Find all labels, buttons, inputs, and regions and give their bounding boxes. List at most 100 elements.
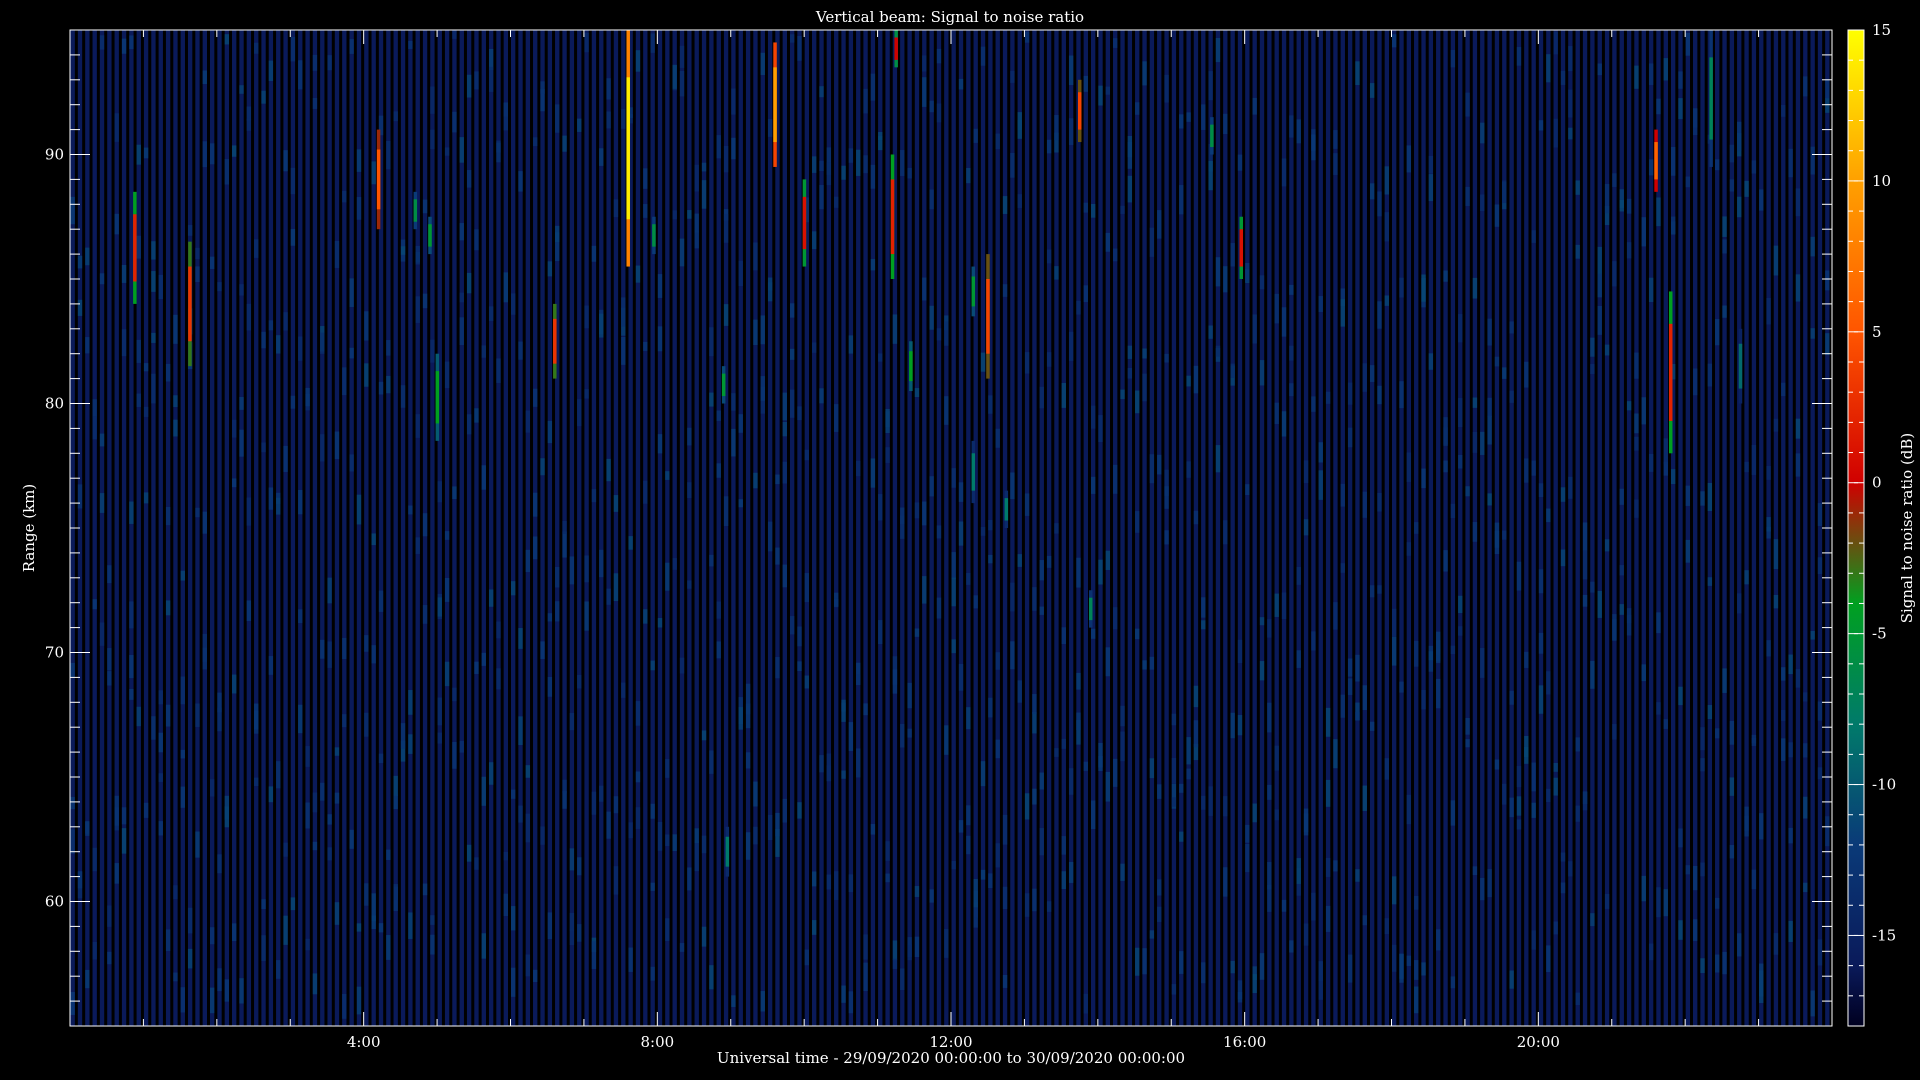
heatmap-noise-cell [180,676,185,705]
heatmap-noise-cell [1333,153,1338,175]
heatmap-noise-cell [1700,727,1705,751]
heatmap-noise-cell [92,399,97,417]
heatmap-column [1369,30,1375,1026]
heatmap-column [1113,30,1118,1026]
heatmap-noise-cell [1480,877,1485,901]
heatmap-column [591,30,597,1026]
heatmap-column [1149,30,1155,1026]
heatmap-column [973,30,978,1026]
heatmap-column [1568,30,1573,1026]
heatmap-noise-cell [929,100,934,113]
heatmap-noise-cell [1656,612,1661,634]
heatmap-noise-cell [1406,452,1412,482]
heatmap-noise-cell [1259,360,1265,386]
heatmap-noise-cell [1766,297,1771,325]
heatmap-noise-cell [569,713,575,731]
heatmap-noise-cell [826,874,832,890]
heatmap-noise-cell [863,934,868,960]
heatmap-noise-cell [1722,951,1727,975]
heatmap-noise-cell [1164,353,1169,363]
heatmap-noise-cell [694,828,699,843]
heatmap-noise-cell [1421,689,1426,710]
heatmap-noise-cell [342,637,347,660]
heatmap-noise-cell [1230,960,1235,974]
heatmap-noise-cell [1781,382,1786,397]
heatmap-event-core [909,351,913,382]
heatmap-column [1032,30,1037,1026]
heatmap-noise-cell [1113,758,1118,787]
heatmap-column [1237,30,1243,1026]
heatmap-noise-cell [290,167,296,195]
heatmap-column [797,30,802,1026]
heatmap-noise-cell [1010,152,1015,178]
heatmap-noise-cell [841,699,846,722]
heatmap-noise-cell [1766,465,1771,480]
heatmap-noise-cell [569,929,575,946]
heatmap-noise-cell [1582,791,1588,811]
heatmap-noise-cell [1010,472,1015,500]
heatmap-noise-cell [415,245,420,265]
heatmap-event-core [1210,124,1214,148]
heatmap-noise-cell [85,247,90,266]
heatmap-noise-cell [386,140,391,170]
heatmap-noise-cell [488,762,494,785]
heatmap-column [1715,30,1720,1026]
heatmap-noise-cell [1781,738,1786,761]
heatmap-noise-cell [1795,669,1801,688]
heatmap-noise-cell [437,732,442,744]
heatmap-noise-cell [1590,581,1595,593]
heatmap-noise-cell [1626,401,1632,411]
heatmap-noise-cell [1524,361,1529,388]
heatmap-noise-cell [1032,694,1037,714]
heatmap-noise-cell [158,773,163,782]
heatmap-noise-cell [870,824,876,835]
heatmap-noise-cell [1825,79,1830,99]
heatmap-noise-cell [327,814,332,825]
heatmap-noise-cell [826,162,832,186]
heatmap-event-core [1654,142,1658,180]
heatmap-noise-cell [466,74,472,98]
heatmap-noise-cell [1575,244,1580,259]
heatmap-noise-cell [276,960,281,979]
heatmap-column [254,30,259,1026]
heatmap-noise-cell [694,213,699,233]
heatmap-noise-cell [1105,771,1111,802]
heatmap-noise-cell [980,761,986,787]
heatmap-noise-cell [1641,397,1646,425]
heatmap-noise-cell [1656,887,1661,918]
colorbar-tick-label: -15 [1872,926,1896,944]
heatmap-noise-cell [1436,678,1441,709]
heatmap-noise-cell [327,847,332,861]
heatmap-noise-cell [878,132,883,141]
heatmap-noise-cell [1171,797,1177,807]
heatmap-noise-cell [753,242,758,271]
colorbar-label: Signal to noise ratio (dB) [1898,433,1916,624]
heatmap-event-core [626,77,630,220]
heatmap-noise-cell [1458,595,1463,613]
heatmap-noise-cell [856,149,861,176]
heatmap-noise-cell [1744,180,1749,197]
heatmap-noise-cell [841,985,846,1003]
heatmap-noise-cell [1274,745,1279,771]
heatmap-noise-cell [1465,92,1470,117]
heatmap-noise-cell [1032,888,1037,912]
heatmap-noise-cell [753,826,758,845]
heatmap-noise-cell [775,657,780,679]
heatmap-noise-cell [723,145,729,173]
heatmap-noise-cell [1729,179,1735,192]
heatmap-noise-cell [650,803,655,819]
heatmap-noise-cell [305,802,310,829]
heatmap-noise-cell [782,564,787,588]
heatmap-noise-cell [99,493,105,513]
heatmap-column [745,30,751,1026]
heatmap-noise-cell [709,965,714,990]
heatmap-noise-cell [789,303,795,318]
heatmap-noise-cell [562,531,567,558]
heatmap-noise-cell [789,389,795,418]
heatmap-column [1039,30,1044,1026]
heatmap-noise-cell [143,406,149,417]
heatmap-noise-cell [481,345,486,358]
heatmap-noise-cell [70,992,75,1015]
heatmap-noise-cell [951,860,956,870]
heatmap-noise-cell [1531,460,1536,476]
